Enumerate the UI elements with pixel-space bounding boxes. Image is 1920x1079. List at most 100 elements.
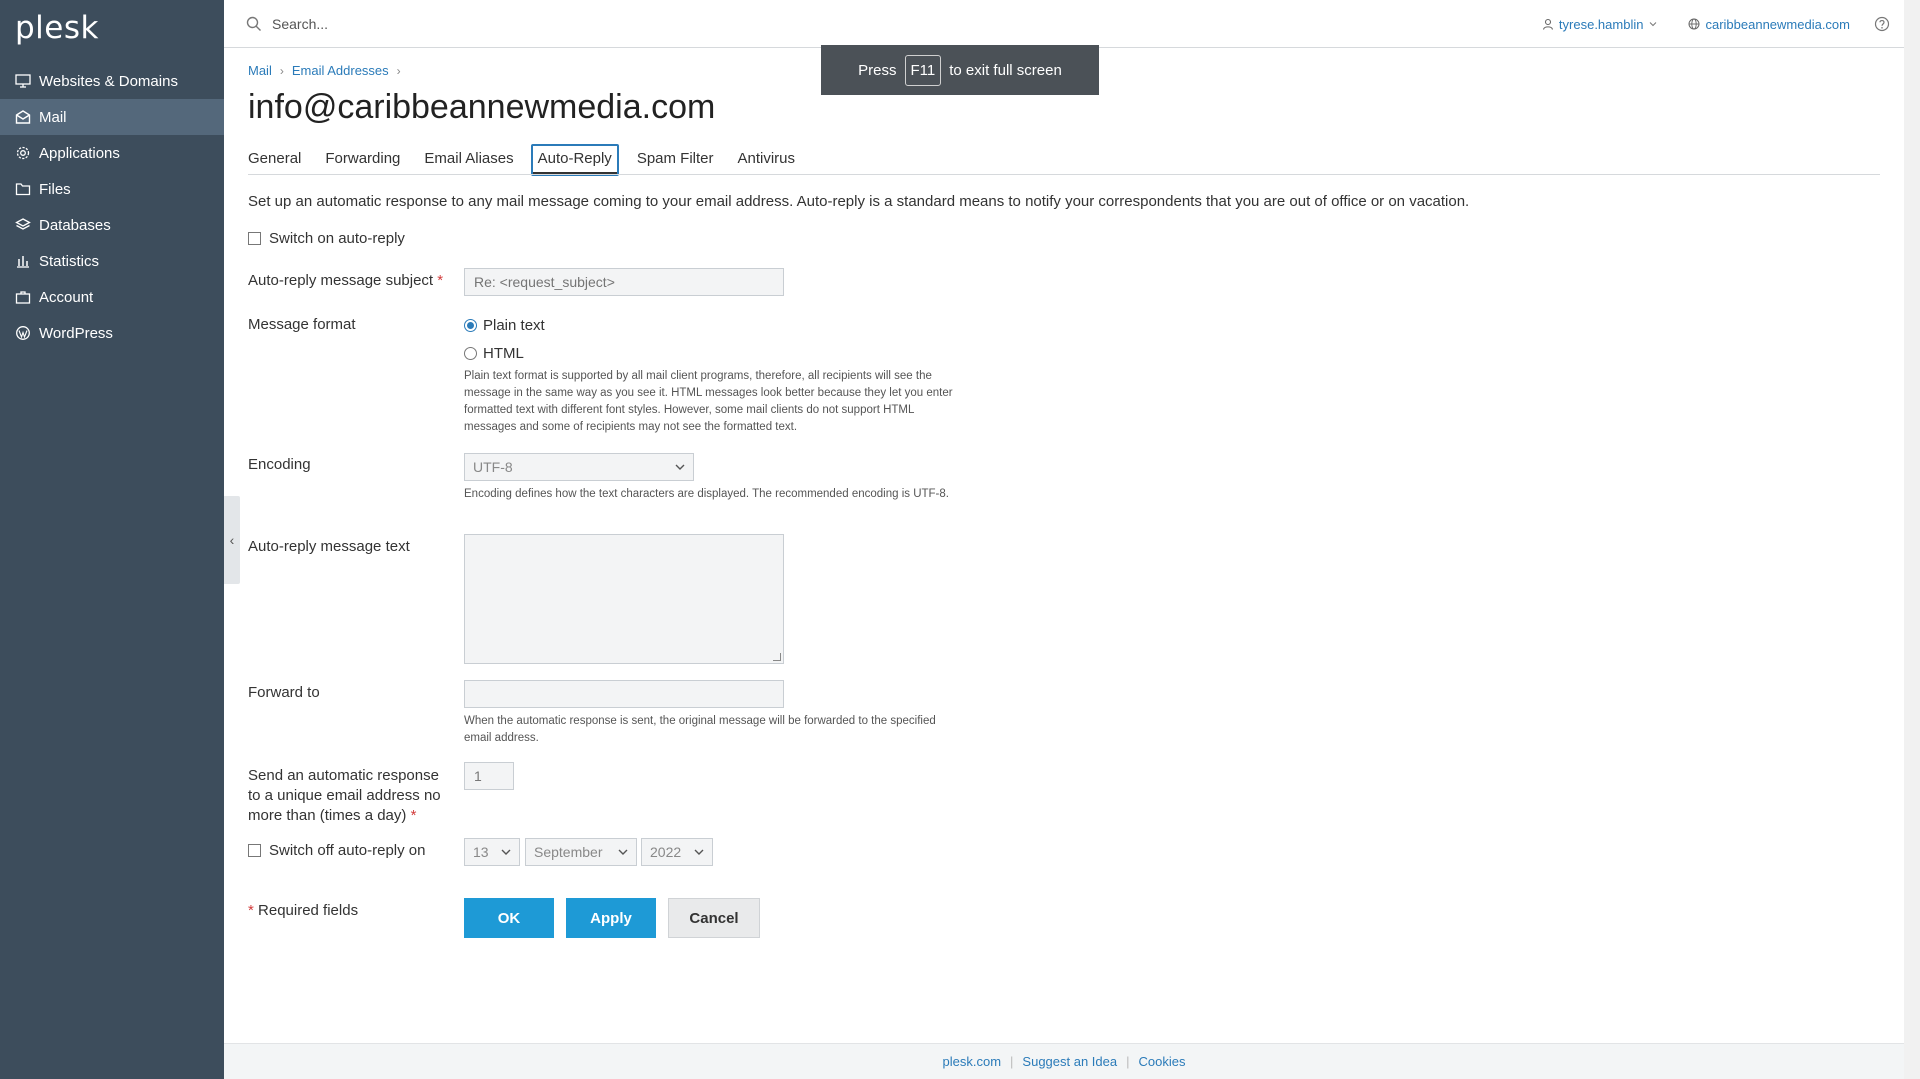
sidebar-item-mail[interactable]: Mail — [0, 99, 224, 135]
switch-on-label: Switch on auto-reply — [269, 230, 405, 247]
sidebar-nav: Websites & Domains Mail Applications Fil… — [0, 63, 224, 351]
toast-text-after: to exit full screen — [949, 61, 1062, 79]
briefcase-icon — [15, 289, 31, 305]
resize-grip-icon[interactable] — [773, 653, 781, 661]
layers-icon — [15, 217, 31, 233]
required-fields-note: * Required fields — [248, 902, 358, 919]
encoding-select[interactable]: UTF-8 — [464, 453, 694, 481]
format-field-wrap: Plain text HTML Plain text format is sup… — [464, 314, 964, 436]
message-field-wrap — [464, 534, 784, 664]
switch-on-checkbox[interactable] — [248, 232, 261, 245]
footer-link-plesk[interactable]: plesk.com — [943, 1054, 1002, 1069]
footer-link-cookies[interactable]: Cookies — [1139, 1054, 1186, 1069]
chevron-left-icon: ‹ — [229, 532, 235, 548]
help-icon[interactable] — [1874, 16, 1890, 32]
chevron-right-icon: › — [279, 63, 284, 78]
format-hint: Plain text format is supported by all ma… — [464, 370, 953, 433]
cancel-button[interactable]: Cancel — [668, 898, 760, 938]
ok-button[interactable]: OK — [464, 898, 554, 938]
subject-input[interactable] — [464, 268, 784, 296]
format-option-plain[interactable]: Plain text — [464, 314, 964, 336]
apply-button[interactable]: Apply — [566, 898, 656, 938]
sidebar-item-applications[interactable]: Applications — [0, 135, 224, 171]
sidebar-item-statistics[interactable]: Statistics — [0, 243, 224, 279]
subscription-link[interactable]: caribbeannewmedia.com — [1688, 17, 1850, 32]
footer: plesk.com | Suggest an Idea | Cookies — [224, 1043, 1904, 1079]
year-value: 2022 — [650, 844, 682, 860]
footer-separator: | — [1126, 1054, 1130, 1069]
breadcrumb-email-addresses[interactable]: Email Addresses — [292, 63, 389, 78]
sidebar-item-label: Applications — [39, 144, 120, 162]
footer-separator: | — [1010, 1054, 1014, 1069]
monitor-icon — [15, 73, 31, 89]
page-scrollbar[interactable] — [1904, 0, 1920, 1079]
sidebar-item-label: Files — [39, 180, 71, 198]
encoding-label: Encoding — [248, 456, 311, 473]
sidebar-item-label: Mail — [39, 108, 67, 126]
chevron-down-icon — [618, 849, 628, 855]
tab-spam-filter[interactable]: Spam Filter — [637, 144, 714, 176]
mail-icon — [15, 109, 31, 125]
sidebar: plesk Websites & Domains Mail Applicatio… — [0, 0, 224, 1079]
sidebar-item-label: Statistics — [39, 252, 100, 270]
switch-off-checkbox[interactable] — [248, 844, 261, 857]
message-textarea[interactable] — [464, 534, 784, 664]
frequency-input[interactable] — [464, 762, 514, 790]
sidebar-collapse-button[interactable]: ‹ — [224, 496, 240, 584]
subject-label: Auto-reply message subject * — [248, 272, 443, 289]
html-radio[interactable] — [464, 346, 477, 360]
month-value: September — [534, 844, 603, 860]
sidebar-item-label: Websites & Domains — [39, 72, 178, 90]
day-select[interactable]: 13 — [464, 838, 520, 866]
frequency-field-wrap — [464, 762, 514, 790]
sidebar-item-databases[interactable]: Databases — [0, 207, 224, 243]
toast-text-before: Press — [858, 61, 897, 79]
forward-input[interactable] — [464, 680, 784, 708]
gear-icon — [15, 145, 31, 161]
switch-on-row: Switch on auto-reply — [248, 230, 405, 247]
sidebar-item-websites-domains[interactable]: Websites & Domains — [0, 63, 224, 99]
tab-antivirus[interactable]: Antivirus — [738, 144, 796, 176]
tab-forwarding[interactable]: Forwarding — [325, 144, 400, 176]
format-option-html[interactable]: HTML — [464, 342, 964, 364]
plesk-logo[interactable]: plesk — [15, 10, 99, 46]
month-select[interactable]: September — [525, 838, 637, 866]
globe-icon — [1688, 18, 1700, 30]
forward-hint: When the automatic response is sent, the… — [464, 715, 936, 744]
tab-email-aliases[interactable]: Email Aliases — [424, 144, 513, 176]
user-name: tyrese.hamblin — [1558, 16, 1644, 32]
subject-field-wrap — [464, 268, 784, 296]
required-marker: * — [248, 902, 254, 919]
subject-label-text: Auto-reply message subject — [248, 272, 434, 289]
search-input[interactable] — [270, 12, 670, 36]
plain-text-label: Plain text — [483, 316, 545, 334]
encoding-hint: Encoding defines how the text characters… — [464, 488, 949, 500]
wordpress-icon — [15, 325, 31, 341]
year-select[interactable]: 2022 — [641, 838, 713, 866]
sidebar-item-account[interactable]: Account — [0, 279, 224, 315]
chevron-down-icon — [675, 464, 685, 470]
tab-general[interactable]: General — [248, 144, 301, 176]
breadcrumb-mail[interactable]: Mail — [248, 63, 272, 78]
user-menu[interactable]: tyrese.hamblin — [1542, 17, 1663, 32]
fullscreen-toast: Press F11 to exit full screen — [821, 45, 1099, 95]
sidebar-item-label: Databases — [39, 216, 111, 234]
page-title: info@caribbeannewmedia.com — [248, 88, 716, 126]
sidebar-item-wordpress[interactable]: WordPress — [0, 315, 224, 351]
user-icon — [1542, 18, 1553, 30]
bar-chart-icon — [15, 253, 31, 269]
sidebar-item-label: Account — [39, 288, 94, 306]
footer-link-suggest-idea[interactable]: Suggest an Idea — [1022, 1054, 1117, 1069]
top-bar: tyrese.hamblin caribbeannewmedia.com — [224, 0, 1904, 48]
tab-auto-reply[interactable]: Auto-Reply — [530, 144, 619, 176]
subscription-name: caribbeannewmedia.com — [1705, 16, 1850, 32]
tabs-divider — [248, 174, 1880, 175]
sidebar-item-files[interactable]: Files — [0, 171, 224, 207]
breadcrumb: Mail › Email Addresses › — [248, 63, 409, 78]
top-right-controls: tyrese.hamblin caribbeannewmedia.com — [1516, 0, 1890, 48]
chevron-down-icon — [694, 849, 704, 855]
plain-text-radio[interactable] — [464, 318, 477, 332]
switch-off-date: 13 September 2022 — [464, 838, 713, 866]
intro-text: Set up an automatic response to any mail… — [248, 193, 1470, 210]
forward-label: Forward to — [248, 684, 320, 701]
